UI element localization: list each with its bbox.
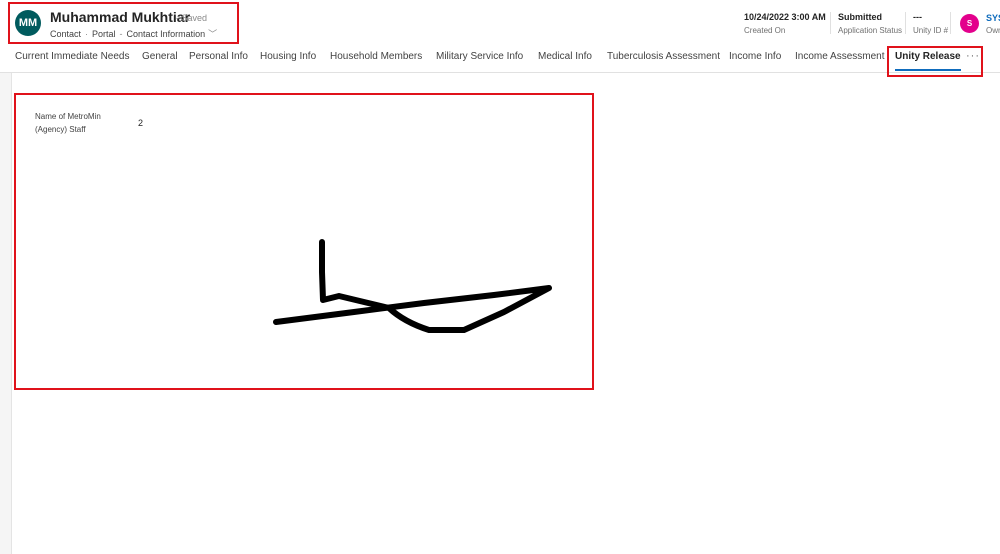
staff-name-label: Name of MetroMin (Agency) Staff <box>35 112 101 134</box>
tab-current-immediate-needs[interactable]: Current Immediate Needs <box>15 46 130 69</box>
highlight-active-tab <box>887 46 983 77</box>
tab-general[interactable]: General <box>142 46 178 69</box>
unity-id-value: --- <box>913 12 922 22</box>
owner-label: Own <box>986 26 1000 35</box>
created-on-value: 10/24/2022 3:00 AM <box>744 12 826 22</box>
header-divider <box>905 12 906 34</box>
tab-medical-info[interactable]: Medical Info <box>538 46 592 69</box>
tab-tuberculosis-assessment[interactable]: Tuberculosis Assessment <box>607 46 720 69</box>
header-divider <box>830 12 831 34</box>
application-status-label: Application Status <box>838 26 903 35</box>
unity-id-field: --- Unity ID # <box>913 12 948 36</box>
signature-drawing <box>273 239 552 333</box>
unity-id-label: Unity ID # <box>913 26 949 35</box>
tab-income-assessment[interactable]: Income Assessment <box>795 46 884 69</box>
owner-avatar[interactable]: S <box>960 14 979 33</box>
application-status-value: Submitted <box>838 12 882 22</box>
header-divider <box>950 12 951 34</box>
form-tabs: Current Immediate Needs General Personal… <box>0 46 1000 73</box>
tab-personal-info[interactable]: Personal Info <box>189 46 248 69</box>
created-on-field: 10/24/2022 3:00 AM Created On <box>744 12 826 36</box>
tab-military-service-info[interactable]: Military Service Info <box>436 46 523 69</box>
tab-household-members[interactable]: Household Members <box>330 46 422 69</box>
highlight-record-header <box>8 2 239 44</box>
owner-link[interactable]: SYS <box>986 13 1000 23</box>
staff-name-value[interactable]: 2 <box>138 118 143 128</box>
created-on-label: Created On <box>744 26 786 35</box>
application-status-field: Submitted Application Status <box>838 12 902 36</box>
tab-housing-info[interactable]: Housing Info <box>260 46 316 69</box>
tab-income-info[interactable]: Income Info <box>729 46 781 69</box>
left-rail <box>0 72 12 554</box>
